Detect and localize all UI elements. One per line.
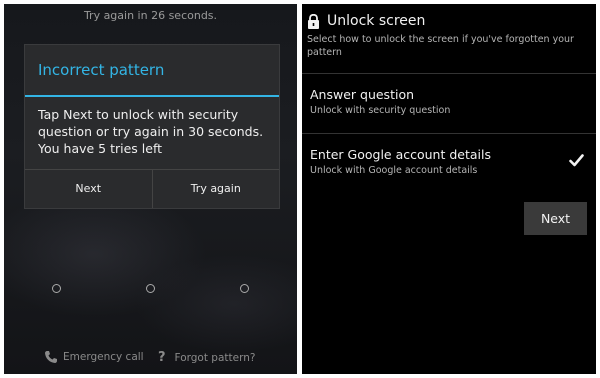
unlock-header: Unlock screen Select how to unlock the s… [307, 13, 591, 59]
incorrect-pattern-dialog: Incorrect pattern Tap Next to unlock wit… [24, 44, 280, 209]
emergency-call-button[interactable]: Emergency call [44, 350, 144, 364]
dialog-title: Incorrect pattern [25, 45, 279, 97]
option-title: Enter Google account details [310, 147, 491, 162]
next-button[interactable]: Next [25, 170, 152, 208]
lock-screen: Try again in 26 seconds. Incorrect patte… [4, 4, 297, 374]
pattern-dot[interactable] [146, 284, 155, 293]
option-subtitle: Unlock with Google account details [310, 165, 478, 176]
pattern-dot[interactable] [240, 284, 249, 293]
unlock-title-row: Unlock screen [307, 13, 591, 29]
checkmark-icon [569, 154, 584, 167]
lock-icon [308, 13, 319, 29]
pattern-dot[interactable] [52, 284, 61, 293]
phone-icon [45, 351, 57, 363]
countdown-text: Try again in 26 seconds. [83, 9, 218, 22]
forgot-pattern-button[interactable]: ? Forgot pattern? [158, 350, 255, 365]
dialog-message: Tap Next to unlock with security questio… [38, 107, 264, 156]
emergency-call-label: Emergency call [63, 351, 144, 363]
divider [302, 73, 596, 74]
unlock-title: Unlock screen [327, 13, 426, 29]
divider [302, 133, 596, 134]
answer-question-option[interactable]: Answer question Unlock with security que… [310, 87, 588, 116]
google-account-option[interactable]: Enter Google account details Unlock with… [310, 147, 588, 176]
dialog-button-bar: Next Try again [25, 169, 279, 208]
forgot-pattern-label: Forgot pattern? [174, 351, 256, 364]
option-subtitle: Unlock with security question [310, 105, 451, 116]
next-button[interactable]: Next [524, 202, 587, 235]
question-mark-icon: ? [158, 350, 166, 365]
option-title: Answer question [310, 87, 415, 102]
unlock-screen: Unlock screen Select how to unlock the s… [302, 4, 596, 374]
unlock-description: Select how to unlock the screen if you'v… [307, 34, 574, 58]
try-again-button[interactable]: Try again [151, 170, 280, 208]
